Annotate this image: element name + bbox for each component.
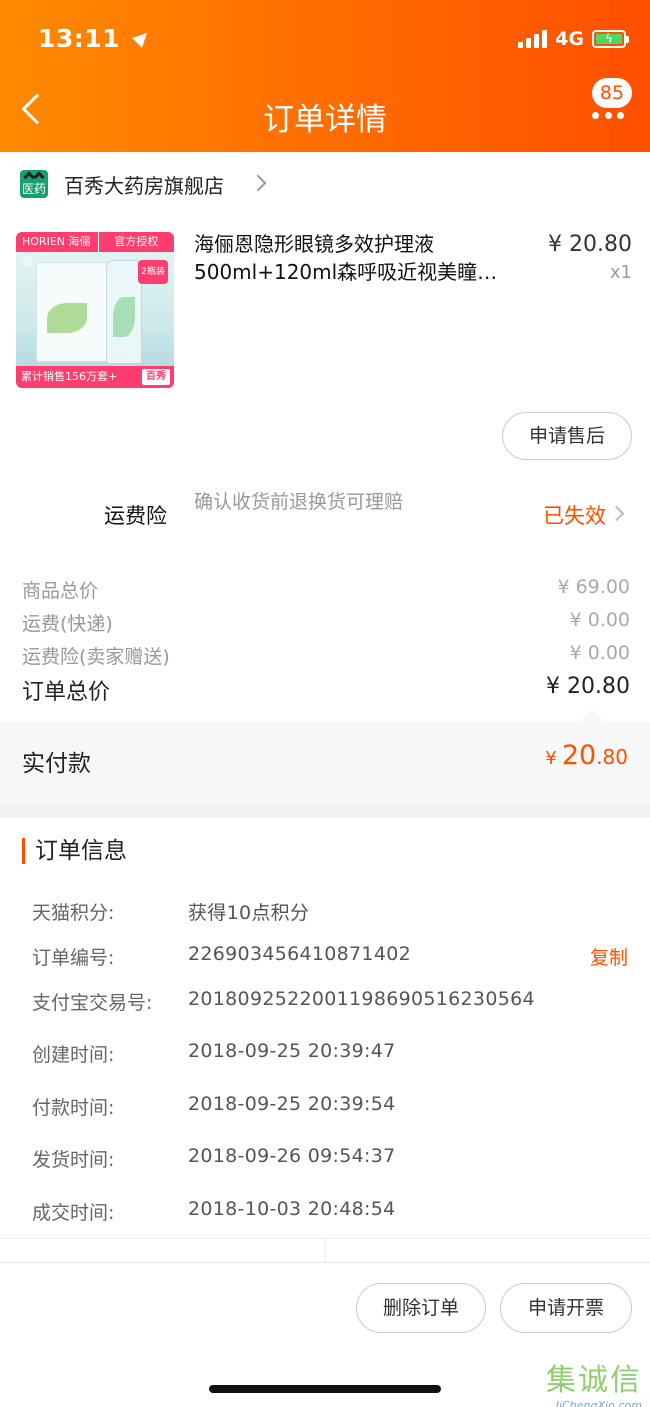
product-price: ¥ 20.80 — [548, 232, 632, 257]
page-title: 订单详情 — [263, 102, 387, 138]
battery-icon: ϟ — [592, 30, 629, 48]
charging-bolt-icon: ϟ — [605, 32, 613, 46]
header-bar: 13:11 4G ϟ 订单详情 85 — [0, 0, 650, 152]
order-card: 医药 百秀大药房旗舰店 HORIEN 海俪恩 官方授权 2瓶装 累计销售156万套… — [0, 152, 650, 802]
signal-icon — [518, 30, 548, 48]
product-image-badge: 2瓶装 — [138, 260, 168, 284]
product-quantity: x1 — [609, 262, 632, 283]
order-info-section: 订单信息 天猫积分: 获得10点积分 订单编号: 22690345641087140… — [0, 818, 650, 1238]
status-time: 13:11 — [38, 24, 153, 53]
shop-name: 百秀大药房旗舰店 — [64, 174, 224, 198]
chevron-right-icon — [249, 174, 267, 192]
copy-order-number-button[interactable]: 复制 — [590, 943, 628, 970]
message-count-badge: 85 — [592, 78, 632, 108]
status-time-text: 13:11 — [38, 24, 121, 53]
actual-payment-row: 实付款 ¥ 20.80 — [0, 710, 650, 802]
bottom-action-bar: 删除订单 申请开票 集诚信 JiChengXin.com — [0, 1262, 650, 1407]
shop-row[interactable]: 医药 百秀大药房旗舰店 — [0, 152, 650, 216]
apply-invoice-button[interactable]: 申请开票 — [500, 1283, 632, 1333]
freight-insurance-desc: 确认收货前退换货可理赔 — [194, 491, 404, 513]
apply-after-sale-button[interactable]: 申请售后 — [502, 412, 632, 460]
summary-row: 运费(快递) ¥ 0.00 — [22, 609, 630, 635]
freight-insurance-label: 运费险 — [104, 504, 167, 528]
product-bottle-graphic — [106, 260, 142, 364]
order-total-row: 订单总价 ¥ 20.80 — [22, 674, 630, 705]
more-icon[interactable] — [592, 112, 624, 120]
network-type: 4G — [555, 28, 584, 50]
tmall-pharmacy-logo-icon: 医药 — [20, 170, 48, 198]
freight-insurance-status[interactable]: 已失效 — [543, 500, 606, 530]
order-info-title: 订单信息 — [22, 838, 127, 864]
product-title[interactable]: 海俪恩隐形眼镜多效护理液500ml+120ml森呼吸近视美瞳… — [194, 230, 528, 286]
location-arrow-icon — [132, 28, 153, 48]
product-box-graphic — [36, 262, 110, 362]
actual-payment-amount: ¥ 20.80 — [545, 740, 628, 771]
home-indicator[interactable] — [209, 1385, 441, 1393]
summary-row: 商品总价 ¥ 69.00 — [22, 576, 630, 602]
product-image-footer: 累计销售156万套+ 百秀 — [16, 366, 174, 388]
delete-order-button[interactable]: 删除订单 — [356, 1283, 486, 1333]
watermark-logo: 集诚信 JiChengXin.com — [546, 1363, 642, 1407]
contact-tabs-strip — [0, 1238, 650, 1263]
product-image[interactable]: HORIEN 海俪恩 官方授权 2瓶装 累计销售156万套+ 百秀 — [16, 232, 174, 388]
product-image-banner: HORIEN 海俪恩 官方授权 — [16, 232, 174, 268]
status-indicators: 4G ϟ — [518, 28, 629, 50]
actual-payment-label: 实付款 — [22, 751, 91, 777]
summary-row: 运费险(卖家赠送) ¥ 0.00 — [22, 642, 630, 668]
chevron-right-icon[interactable] — [608, 505, 625, 522]
